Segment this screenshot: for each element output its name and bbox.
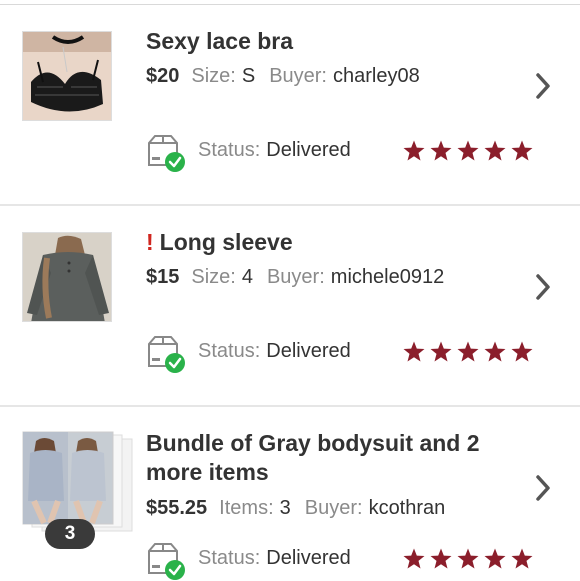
star-icon xyxy=(484,140,506,161)
bundle-count-badge: 3 xyxy=(45,519,95,549)
status-text: Status: Delivered xyxy=(198,547,351,570)
status-value: Delivered xyxy=(266,340,351,362)
item-title: Sexy lace bra xyxy=(146,28,294,54)
item-thumbnail xyxy=(22,232,112,322)
status-label: Status: xyxy=(198,547,261,569)
order-meta: $55.25 Items: 3 Buyer: kcothran xyxy=(146,497,445,520)
package-delivered-icon xyxy=(148,543,185,580)
star-icon xyxy=(403,341,425,362)
buyer-label: Buyer: xyxy=(304,497,363,519)
order-row-3[interactable]: 3 Bundle of Gray bodysuit and 2 more ite… xyxy=(0,407,580,580)
status-row: Status: Delivered xyxy=(146,133,546,173)
status-text: Status: Delivered xyxy=(198,340,351,363)
star-icon xyxy=(457,140,479,161)
size-label: Size: xyxy=(191,266,236,288)
order-meta: $20 Size: S Buyer: charley08 xyxy=(146,65,420,88)
chevron-right-icon[interactable] xyxy=(532,473,554,503)
status-text: Status: Delivered xyxy=(198,139,351,162)
star-icon xyxy=(403,548,425,569)
star-icon xyxy=(457,548,479,569)
rating-stars xyxy=(402,139,534,163)
item-thumbnail xyxy=(22,31,112,121)
size-label: Size: xyxy=(191,65,236,87)
chevron-right-icon[interactable] xyxy=(532,71,554,101)
star-icon xyxy=(430,140,452,161)
star-icon xyxy=(484,548,506,569)
buyer-value: charley08 xyxy=(333,65,420,87)
size-value: 4 xyxy=(241,266,253,288)
buyer-value: michele0912 xyxy=(330,266,445,288)
items-value: 3 xyxy=(279,497,291,519)
package-delivered-icon xyxy=(148,135,185,172)
star-icon xyxy=(511,548,533,569)
package-delivered-icon xyxy=(148,336,185,373)
status-label: Status: xyxy=(198,340,261,362)
star-icon xyxy=(484,341,506,362)
price: $15 xyxy=(146,266,180,288)
star-icon xyxy=(511,140,533,161)
star-icon xyxy=(430,548,452,569)
star-icon xyxy=(511,341,533,362)
star-icon xyxy=(403,140,425,161)
lace-bra-photo xyxy=(23,32,111,120)
buyer-label: Buyer: xyxy=(269,65,327,87)
price: $55.25 xyxy=(146,497,208,519)
item-title: Bundle of Gray bodysuit and 2 more items xyxy=(146,430,480,485)
price: $20 xyxy=(146,65,180,87)
rating-stars xyxy=(402,547,534,571)
buyer-value: kcothran xyxy=(368,497,446,519)
status-value: Delivered xyxy=(266,547,351,569)
buyer-label: Buyer: xyxy=(266,266,325,288)
items-label: Items: xyxy=(219,497,274,519)
star-icon xyxy=(457,341,479,362)
order-row-1[interactable]: Sexy lace bra $20 Size: S Buyer: charley08 S… xyxy=(0,5,580,205)
order-row-2[interactable]: ! Long sleeve $15 Size: 4 Buyer: michele0912 … xyxy=(0,206,580,406)
status-row: Status: Delivered xyxy=(146,334,546,374)
status-row: Status: Delivered xyxy=(146,541,546,581)
status-label: Status: xyxy=(198,139,261,161)
status-value: Delivered xyxy=(266,139,351,161)
rating-stars xyxy=(402,340,534,364)
star-icon xyxy=(430,341,452,362)
size-value: S xyxy=(241,65,256,87)
alert-icon: ! xyxy=(146,229,154,255)
item-title-text: Long sleeve xyxy=(159,229,293,255)
long-sleeve-photo xyxy=(23,233,111,321)
item-title: ! Long sleeve xyxy=(146,228,536,257)
order-meta: $15 Size: 4 Buyer: michele0912 xyxy=(146,266,444,289)
chevron-right-icon[interactable] xyxy=(532,272,554,302)
